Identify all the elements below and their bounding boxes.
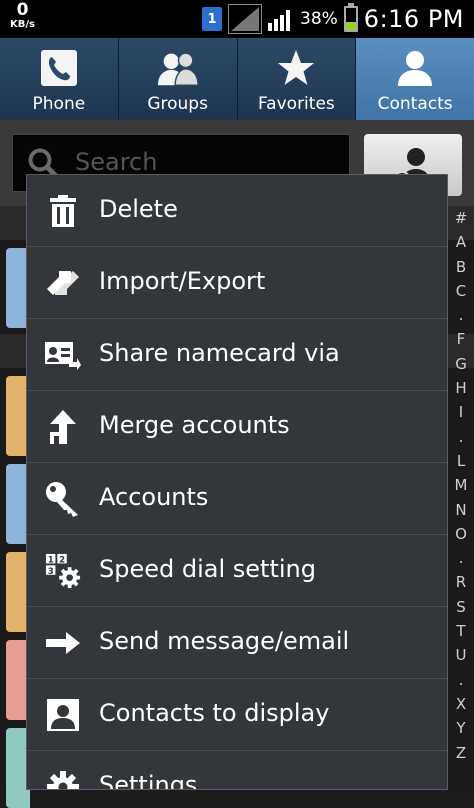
index-letter[interactable]: N bbox=[455, 498, 466, 522]
speed-unit: KB/s bbox=[10, 19, 35, 30]
index-letter[interactable]: F bbox=[457, 327, 466, 351]
battery-percent: 38% bbox=[300, 9, 338, 29]
menu-item-label: Speed dial setting bbox=[99, 555, 316, 583]
index-letter[interactable]: R bbox=[456, 570, 466, 594]
contact-card-icon bbox=[45, 697, 81, 733]
tab-favorites[interactable]: Favorites bbox=[237, 38, 357, 120]
menu-item-label: Import/Export bbox=[99, 267, 266, 295]
index-letter[interactable]: C bbox=[456, 279, 466, 303]
phone-icon bbox=[37, 46, 81, 90]
index-letter[interactable]: H bbox=[455, 376, 466, 400]
index-letter[interactable]: . bbox=[459, 303, 464, 327]
tab-label: Favorites bbox=[257, 94, 335, 114]
menu-item-speed-dial[interactable]: 1 2 3 Speed dial setting bbox=[27, 535, 447, 607]
index-letter[interactable]: Z bbox=[456, 741, 466, 765]
network-speed: 0 KB/s bbox=[10, 2, 35, 30]
search-placeholder: Search bbox=[75, 148, 158, 176]
trash-icon bbox=[45, 193, 81, 229]
menu-item-label: Send message/email bbox=[99, 627, 350, 655]
star-icon bbox=[274, 46, 318, 90]
gear-icon bbox=[45, 769, 81, 789]
index-letter[interactable]: . bbox=[459, 668, 464, 692]
index-letter[interactable]: M bbox=[455, 473, 468, 497]
index-letter[interactable]: Y bbox=[456, 716, 465, 740]
index-letter[interactable]: . bbox=[459, 546, 464, 570]
menu-item-share-namecard[interactable]: Share namecard via bbox=[27, 319, 447, 391]
signal-strength-icon bbox=[268, 10, 290, 31]
menu-item-delete[interactable]: Delete bbox=[27, 175, 447, 247]
index-letter[interactable]: L bbox=[457, 449, 465, 473]
battery-icon bbox=[343, 3, 358, 32]
index-letter[interactable]: G bbox=[455, 352, 467, 376]
tab-contacts[interactable]: Contacts bbox=[356, 38, 474, 120]
svg-text:3: 3 bbox=[48, 567, 54, 577]
tab-label: Phone bbox=[32, 94, 86, 114]
tab-groups[interactable]: Groups bbox=[118, 38, 238, 120]
menu-item-contacts-to-display[interactable]: Contacts to display bbox=[27, 679, 447, 751]
menu-item-label: Share namecard via bbox=[99, 339, 340, 367]
tab-phone[interactable]: Phone bbox=[0, 38, 119, 120]
key-icon bbox=[45, 481, 81, 517]
clock: 6:16 PM bbox=[363, 5, 464, 33]
index-letter[interactable]: T bbox=[456, 619, 465, 643]
menu-item-label: Merge accounts bbox=[99, 411, 290, 439]
status-bar: 0 KB/s 1 38% 6:16 PM bbox=[0, 0, 474, 38]
menu-item-label: Settings bbox=[99, 771, 198, 790]
menu-item-import-export[interactable]: Import/Export bbox=[27, 247, 447, 319]
menu-item-merge-accounts[interactable]: Merge accounts bbox=[27, 391, 447, 463]
index-letter[interactable]: B bbox=[456, 255, 466, 279]
menu-item-label: Delete bbox=[99, 195, 178, 223]
index-letter[interactable]: I bbox=[459, 400, 463, 424]
tab-label: Groups bbox=[147, 94, 208, 114]
index-letter[interactable]: # bbox=[455, 206, 468, 230]
import-export-icon bbox=[45, 265, 81, 301]
index-letter[interactable]: S bbox=[456, 595, 466, 619]
menu-item-accounts[interactable]: Accounts bbox=[27, 463, 447, 535]
index-letter[interactable]: A bbox=[456, 230, 466, 254]
namecard-share-icon bbox=[45, 337, 81, 373]
tab-bar: Phone Groups Favorites Contacts bbox=[0, 38, 474, 120]
menu-item-label: Contacts to display bbox=[99, 699, 330, 727]
options-menu: Delete Import/Export Share namecard via bbox=[26, 174, 448, 790]
svg-text:1: 1 bbox=[48, 555, 54, 565]
menu-item-send-message[interactable]: Send message/email bbox=[27, 607, 447, 679]
index-letter[interactable]: U bbox=[456, 643, 467, 667]
alphabet-index[interactable]: # A B C. F G H I. L M N O. R S T U. X Y Z bbox=[450, 206, 472, 790]
speed-value: 0 bbox=[16, 0, 29, 20]
index-letter[interactable]: . bbox=[459, 425, 464, 449]
speed-dial-icon: 1 2 3 bbox=[45, 553, 81, 589]
arrow-right-icon bbox=[45, 625, 81, 661]
groups-icon bbox=[156, 46, 200, 90]
svg-text:2: 2 bbox=[59, 555, 65, 565]
index-letter[interactable]: X bbox=[456, 692, 466, 716]
sim-badge: 1 bbox=[202, 7, 222, 31]
menu-item-label: Accounts bbox=[99, 483, 209, 511]
index-letter[interactable]: O bbox=[455, 522, 467, 546]
merge-icon bbox=[45, 409, 81, 445]
menu-item-settings[interactable]: Settings bbox=[27, 751, 447, 790]
contact-person-icon bbox=[393, 46, 437, 90]
tab-label: Contacts bbox=[377, 94, 453, 114]
no-signal-icon bbox=[228, 4, 262, 34]
